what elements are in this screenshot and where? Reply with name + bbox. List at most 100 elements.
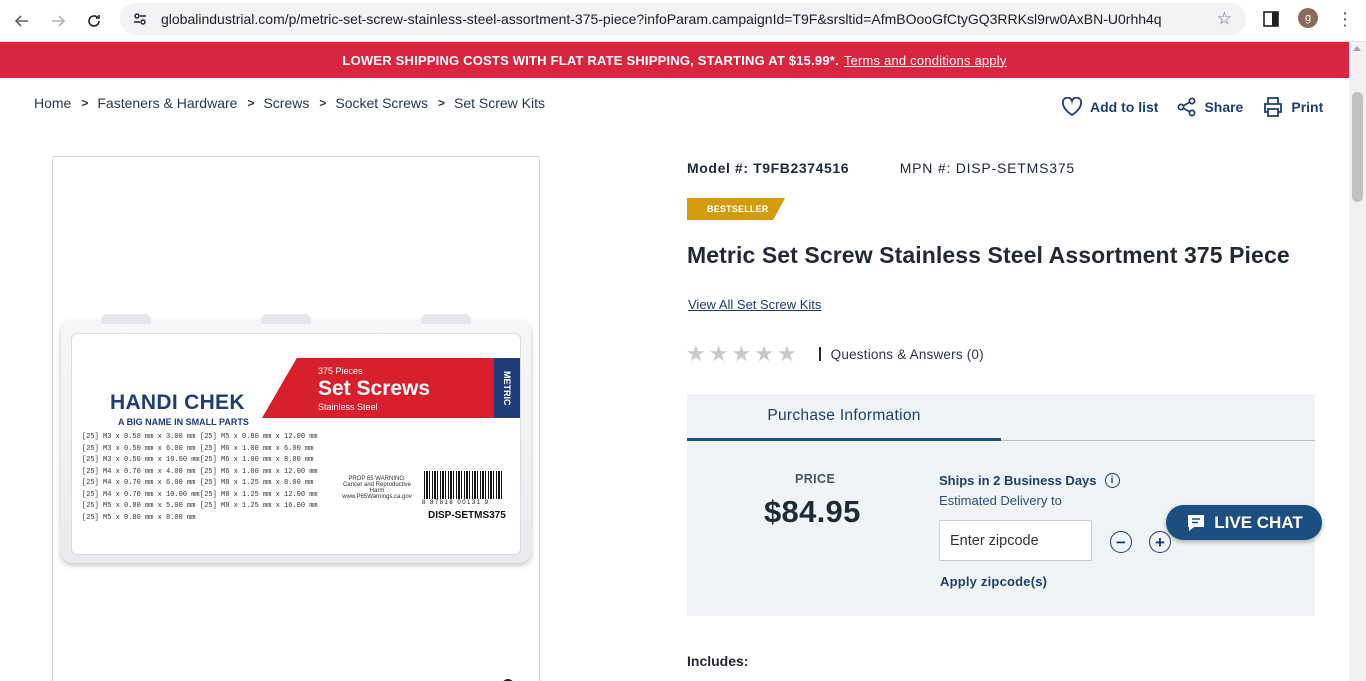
side-panel-icon[interactable]	[1262, 10, 1280, 33]
size-item: [25] M5 x 0.80 mm x 12.00 mm	[200, 433, 318, 441]
star-icon: ★	[731, 341, 752, 366]
package-name: Set Screws	[318, 377, 431, 400]
apply-zipcode-link[interactable]: Apply zipcode(s)	[940, 574, 1047, 589]
breadcrumb-screws[interactable]: Screws	[263, 95, 309, 111]
zipcode-input[interactable]	[939, 520, 1092, 561]
metric-tab: METRIC	[494, 358, 520, 418]
size-list-left: [25] M3 x 0.50 mm x 3.00 mm [25] M3 x 0.…	[82, 432, 200, 524]
case-latch	[261, 314, 311, 324]
add-to-list-button[interactable]: Add to list	[1061, 97, 1158, 117]
promo-banner: LOWER SHIPPING COSTS WITH FLAT RATE SHIP…	[0, 42, 1349, 78]
live-chat-label: LIVE CHAT	[1214, 512, 1303, 532]
size-item: [25] M3 x 0.50 mm x 6.00 mm	[82, 444, 196, 453]
address-bar[interactable]: globalindustrial.com/p/metric-set-screw-…	[120, 3, 1246, 35]
plus-icon[interactable]: +	[1149, 531, 1171, 553]
model-number: T9FB2374516	[753, 160, 850, 176]
package-label: HANDI CHEK A BIG NAME IN SMALL PARTS 375…	[71, 333, 521, 555]
heart-icon	[1061, 97, 1083, 117]
url-text[interactable]: globalindustrial.com/p/metric-set-screw-…	[161, 11, 1161, 27]
site-info-icon[interactable]	[132, 11, 148, 32]
chevron-right-icon: >	[247, 96, 255, 110]
includes-heading: Includes:	[687, 653, 749, 669]
questions-answers-link[interactable]: Questions & Answers (0)	[831, 347, 984, 362]
package-pieces: 375 Pieces	[318, 366, 363, 376]
model-label: Model #:	[687, 160, 749, 176]
size-item: [25] M6 x 1.00 mm x 6.00 mm	[200, 444, 314, 453]
star-icon: ★	[776, 341, 797, 366]
case-latch	[421, 314, 471, 324]
chevron-right-icon: >	[319, 96, 327, 110]
size-item: [25] M4 x 0.70 mm x 10.00 mm	[82, 490, 200, 499]
mpn-number: DISP-SETMS375	[955, 160, 1076, 176]
price-value: $84.95	[764, 494, 861, 529]
barcode-number: 8 87818 00131 9	[422, 500, 490, 506]
scroll-thumb[interactable]	[1352, 92, 1363, 202]
package-material: Stainless Steel	[318, 402, 378, 412]
mpn-label: MPN #:	[899, 160, 952, 176]
price-label: PRICE	[795, 472, 836, 486]
breadcrumb-socket-screws[interactable]: Socket Screws	[335, 95, 428, 111]
minus-icon[interactable]: −	[1110, 531, 1132, 553]
product-actions: Add to list Share Print	[1061, 96, 1323, 118]
package-sku: DISP-SETMS375	[428, 510, 506, 521]
size-item: [25] M6 x 1.00 mm x 8.00 mm	[200, 456, 314, 464]
shipping-info: Ships in 2 Business Days i	[939, 473, 1120, 488]
view-all-link[interactable]: View All Set Screw Kits	[688, 297, 821, 312]
share-icon	[1177, 97, 1196, 117]
browser-menu-icon[interactable]: ⋮	[1336, 9, 1354, 29]
case-latch	[101, 314, 151, 324]
bookmark-star-icon[interactable]: ☆	[1217, 9, 1232, 29]
back-icon[interactable]	[8, 7, 36, 35]
page-scrollbar[interactable]	[1349, 42, 1366, 681]
chat-icon	[1188, 514, 1205, 531]
breadcrumb-home[interactable]: Home	[34, 95, 71, 111]
estimated-delivery: Estimated Delivery to	[939, 493, 1062, 508]
reload-icon[interactable]	[80, 7, 108, 35]
star-icon: ★	[754, 341, 774, 366]
browser-toolbar: globalindustrial.com/p/metric-set-screw-…	[0, 0, 1366, 42]
print-label: Print	[1291, 99, 1324, 115]
chevron-right-icon: >	[81, 96, 89, 110]
ships-text: Ships in 2 Business Days	[939, 473, 1097, 488]
size-item: [25] M6 x 1.00 mm x 12.00 mm	[200, 467, 318, 476]
bestseller-badge: BESTSELLER	[687, 198, 785, 220]
divider	[818, 347, 821, 361]
breadcrumb: Home > Fasteners & Hardware > Screws > S…	[34, 95, 545, 111]
product-image: HANDI CHEK A BIG NAME IN SMALL PARTS 375…	[61, 314, 531, 563]
product-image-panel[interactable]: HANDI CHEK A BIG NAME IN SMALL PARTS 375…	[52, 156, 540, 681]
promo-terms-link[interactable]: Terms and conditions apply	[844, 53, 1007, 68]
size-item: [25] M5 x 0.80 mm x 5.00 mm	[82, 502, 196, 510]
breadcrumb-set-screw-kits[interactable]: Set Screw Kits	[454, 95, 545, 111]
size-item: [25] M3 x 0.50 mm x 10.00 mm	[82, 456, 200, 464]
brand-tagline: A BIG NAME IN SMALL PARTS	[118, 417, 249, 427]
brand-logo: HANDI CHEK	[110, 391, 245, 414]
chevron-right-icon: >	[437, 96, 445, 110]
print-button[interactable]: Print	[1262, 96, 1323, 118]
size-item: [25] M5 x 0.80 mm x 8.00 mm	[82, 513, 196, 522]
scroll-up-arrow[interactable]	[1353, 46, 1361, 51]
product-identifiers: Model #: T9FB2374516 MPN #: DISP-SETMS37…	[687, 160, 1075, 176]
printer-icon	[1264, 97, 1283, 117]
promo-text: LOWER SHIPPING COSTS WITH FLAT RATE SHIP…	[342, 52, 839, 68]
barcode	[424, 471, 504, 499]
info-icon[interactable]: i	[1104, 473, 1120, 488]
size-item: [25] M8 x 1.25 mm x 12.00 mm	[200, 490, 318, 499]
forward-icon[interactable]	[44, 7, 72, 35]
product-title: Metric Set Screw Stainless Steel Assortm…	[687, 242, 1290, 268]
star-icon: ★	[686, 341, 706, 366]
live-chat-button[interactable]: LIVE CHAT	[1166, 505, 1322, 540]
tab-purchase-information[interactable]: Purchase Information	[687, 394, 1001, 441]
size-list-right: [25] M5 x 0.80 mm x 12.00 mm [25] M6 x 1…	[200, 432, 318, 513]
share-button[interactable]: Share	[1177, 97, 1243, 117]
purchase-tabs: Purchase Information	[687, 394, 1315, 441]
size-item: [25] M4 x 0.70 mm x 4.00 mm	[82, 467, 196, 476]
star-icon: ★	[708, 341, 729, 366]
size-item: [25] M8 x 1.25 mm x 8.00 mm	[200, 479, 314, 487]
size-item: [25] M8 x 1.25 mm x 16.00 mm	[200, 502, 318, 510]
add-to-list-label: Add to list	[1090, 99, 1159, 115]
profile-avatar[interactable]: g	[1298, 8, 1318, 28]
rating-stars[interactable]: ★ ★ ★ ★ ★	[686, 342, 800, 366]
rating-row: ★ ★ ★ ★ ★ Questions & Answers (0)	[686, 342, 984, 366]
breadcrumb-fasteners[interactable]: Fasteners & Hardware	[97, 95, 237, 111]
size-item: [25] M3 x 0.50 mm x 3.00 mm	[82, 433, 196, 441]
